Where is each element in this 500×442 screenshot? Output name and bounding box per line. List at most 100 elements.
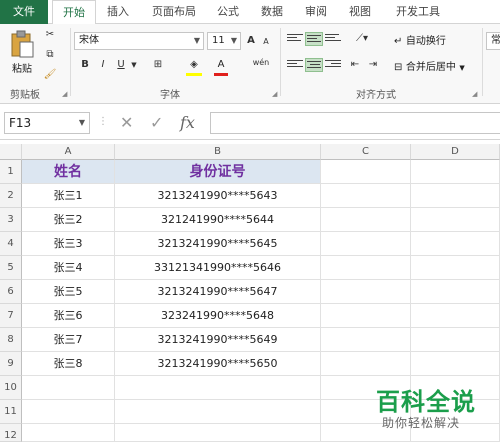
id-cell[interactable]: 3213241990****5643 xyxy=(115,184,321,208)
empty-cell[interactable] xyxy=(411,208,500,232)
name-box[interactable]: F13 ▼ xyxy=(4,112,90,134)
name-cell[interactable]: 张三5 xyxy=(22,280,115,304)
empty-cell[interactable] xyxy=(411,352,500,376)
number-format-select[interactable]: 常 xyxy=(486,32,500,50)
tab-file[interactable]: 文件 xyxy=(0,0,48,24)
cut-icon[interactable]: ✂ xyxy=(42,26,58,44)
align-bottom-icon[interactable] xyxy=(324,32,342,46)
row-header[interactable]: 6 xyxy=(0,280,22,304)
id-cell[interactable]: 3213241990****5649 xyxy=(115,328,321,352)
format-painter-icon[interactable]: 🖌 xyxy=(42,66,58,84)
empty-cell[interactable] xyxy=(22,424,115,442)
cancel-icon[interactable]: ✕ xyxy=(120,113,133,132)
tab-formulas[interactable]: 公式 xyxy=(210,0,246,24)
font-name-select[interactable]: 宋体 ▼ xyxy=(74,32,204,50)
column-header-a[interactable]: A xyxy=(22,144,115,160)
borders-icon[interactable]: ⊞ xyxy=(150,56,166,74)
id-cell[interactable]: 321241990****5644 xyxy=(115,208,321,232)
italic-button[interactable]: I xyxy=(96,56,110,74)
formula-input[interactable] xyxy=(210,112,500,134)
chevron-down-icon[interactable]: ▼ xyxy=(130,56,138,74)
name-cell[interactable]: 张三1 xyxy=(22,184,115,208)
grow-font-button[interactable]: A xyxy=(244,32,258,50)
id-cell[interactable]: 323241990****5648 xyxy=(115,304,321,328)
empty-cell[interactable] xyxy=(115,424,321,442)
id-cell[interactable]: 3213241990****5647 xyxy=(115,280,321,304)
align-left-icon[interactable] xyxy=(286,58,304,72)
id-cell[interactable]: 3213241990****5650 xyxy=(115,352,321,376)
empty-cell[interactable] xyxy=(321,160,411,184)
empty-cell[interactable] xyxy=(411,304,500,328)
name-cell[interactable]: 张三8 xyxy=(22,352,115,376)
empty-cell[interactable] xyxy=(22,400,115,424)
tab-view[interactable]: 视图 xyxy=(342,0,378,24)
empty-cell[interactable] xyxy=(321,352,411,376)
table-header-cell[interactable]: 姓名 xyxy=(22,160,115,184)
bold-button[interactable]: B xyxy=(78,56,92,74)
tab-insert[interactable]: 插入 xyxy=(100,0,136,24)
decrease-indent-icon[interactable]: ⇤ xyxy=(348,56,362,74)
row-header[interactable]: 4 xyxy=(0,232,22,256)
wrap-text-button[interactable]: ↵ 自动换行 xyxy=(394,32,446,50)
empty-cell[interactable] xyxy=(411,160,500,184)
empty-cell[interactable] xyxy=(321,256,411,280)
alignment-launcher-icon[interactable]: ◢ xyxy=(472,90,477,98)
align-middle-icon[interactable] xyxy=(305,32,323,46)
row-header[interactable]: 7 xyxy=(0,304,22,328)
row-header[interactable]: 1 xyxy=(0,160,22,184)
tab-data[interactable]: 数据 xyxy=(254,0,290,24)
clipboard-launcher-icon[interactable]: ◢ xyxy=(62,90,67,98)
empty-cell[interactable] xyxy=(115,376,321,400)
empty-cell[interactable] xyxy=(321,208,411,232)
align-right-icon[interactable] xyxy=(324,58,342,72)
merge-center-button[interactable]: ⊟ 合并后居中 ▼ xyxy=(394,58,465,76)
empty-cell[interactable] xyxy=(321,232,411,256)
insert-function-button[interactable]: fx xyxy=(180,113,195,132)
id-cell[interactable]: 33121341990****5646 xyxy=(115,256,321,280)
name-cell[interactable]: 张三4 xyxy=(22,256,115,280)
increase-indent-icon[interactable]: ⇥ xyxy=(366,56,380,74)
row-header[interactable]: 10 xyxy=(0,376,22,400)
select-all-corner[interactable] xyxy=(0,144,22,160)
drag-handle-icon[interactable]: ⋮ xyxy=(98,116,108,127)
align-top-icon[interactable] xyxy=(286,32,304,46)
row-header[interactable]: 9 xyxy=(0,352,22,376)
name-cell[interactable]: 张三6 xyxy=(22,304,115,328)
empty-cell[interactable] xyxy=(321,184,411,208)
row-header[interactable]: 12 xyxy=(0,424,22,442)
table-header-cell[interactable]: 身份证号 xyxy=(115,160,321,184)
tab-developer[interactable]: 开发工具 xyxy=(388,0,448,24)
empty-cell[interactable] xyxy=(321,304,411,328)
tab-review[interactable]: 审阅 xyxy=(298,0,334,24)
name-cell[interactable]: 张三7 xyxy=(22,328,115,352)
paste-button[interactable]: 粘贴 xyxy=(6,28,38,80)
underline-button[interactable]: U xyxy=(114,56,128,74)
fill-color-icon[interactable]: ◈ xyxy=(186,56,202,74)
column-header-b[interactable]: B xyxy=(115,144,321,160)
empty-cell[interactable] xyxy=(411,328,500,352)
empty-cell[interactable] xyxy=(22,376,115,400)
row-header[interactable]: 11 xyxy=(0,400,22,424)
enter-icon[interactable]: ✓ xyxy=(150,113,163,132)
font-color-button[interactable]: A xyxy=(214,56,228,74)
row-header[interactable]: 3 xyxy=(0,208,22,232)
empty-cell[interactable] xyxy=(321,328,411,352)
column-header-c[interactable]: C xyxy=(321,144,411,160)
id-cell[interactable]: 3213241990****5645 xyxy=(115,232,321,256)
orientation-icon[interactable]: ⟋▾ xyxy=(352,30,372,48)
row-header[interactable]: 2 xyxy=(0,184,22,208)
copy-icon[interactable]: ⧉ xyxy=(42,46,58,64)
align-center-icon[interactable] xyxy=(305,58,323,72)
tab-home[interactable]: 开始 xyxy=(52,0,96,25)
phonetic-button[interactable]: wén xyxy=(250,54,272,72)
empty-cell[interactable] xyxy=(321,280,411,304)
row-header[interactable]: 8 xyxy=(0,328,22,352)
font-launcher-icon[interactable]: ◢ xyxy=(272,90,277,98)
empty-cell[interactable] xyxy=(411,256,500,280)
column-header-d[interactable]: D xyxy=(411,144,500,160)
tab-page-layout[interactable]: 页面布局 xyxy=(144,0,204,24)
name-cell[interactable]: 张三3 xyxy=(22,232,115,256)
shrink-font-button[interactable]: A xyxy=(260,33,272,51)
name-cell[interactable]: 张三2 xyxy=(22,208,115,232)
empty-cell[interactable] xyxy=(411,232,500,256)
